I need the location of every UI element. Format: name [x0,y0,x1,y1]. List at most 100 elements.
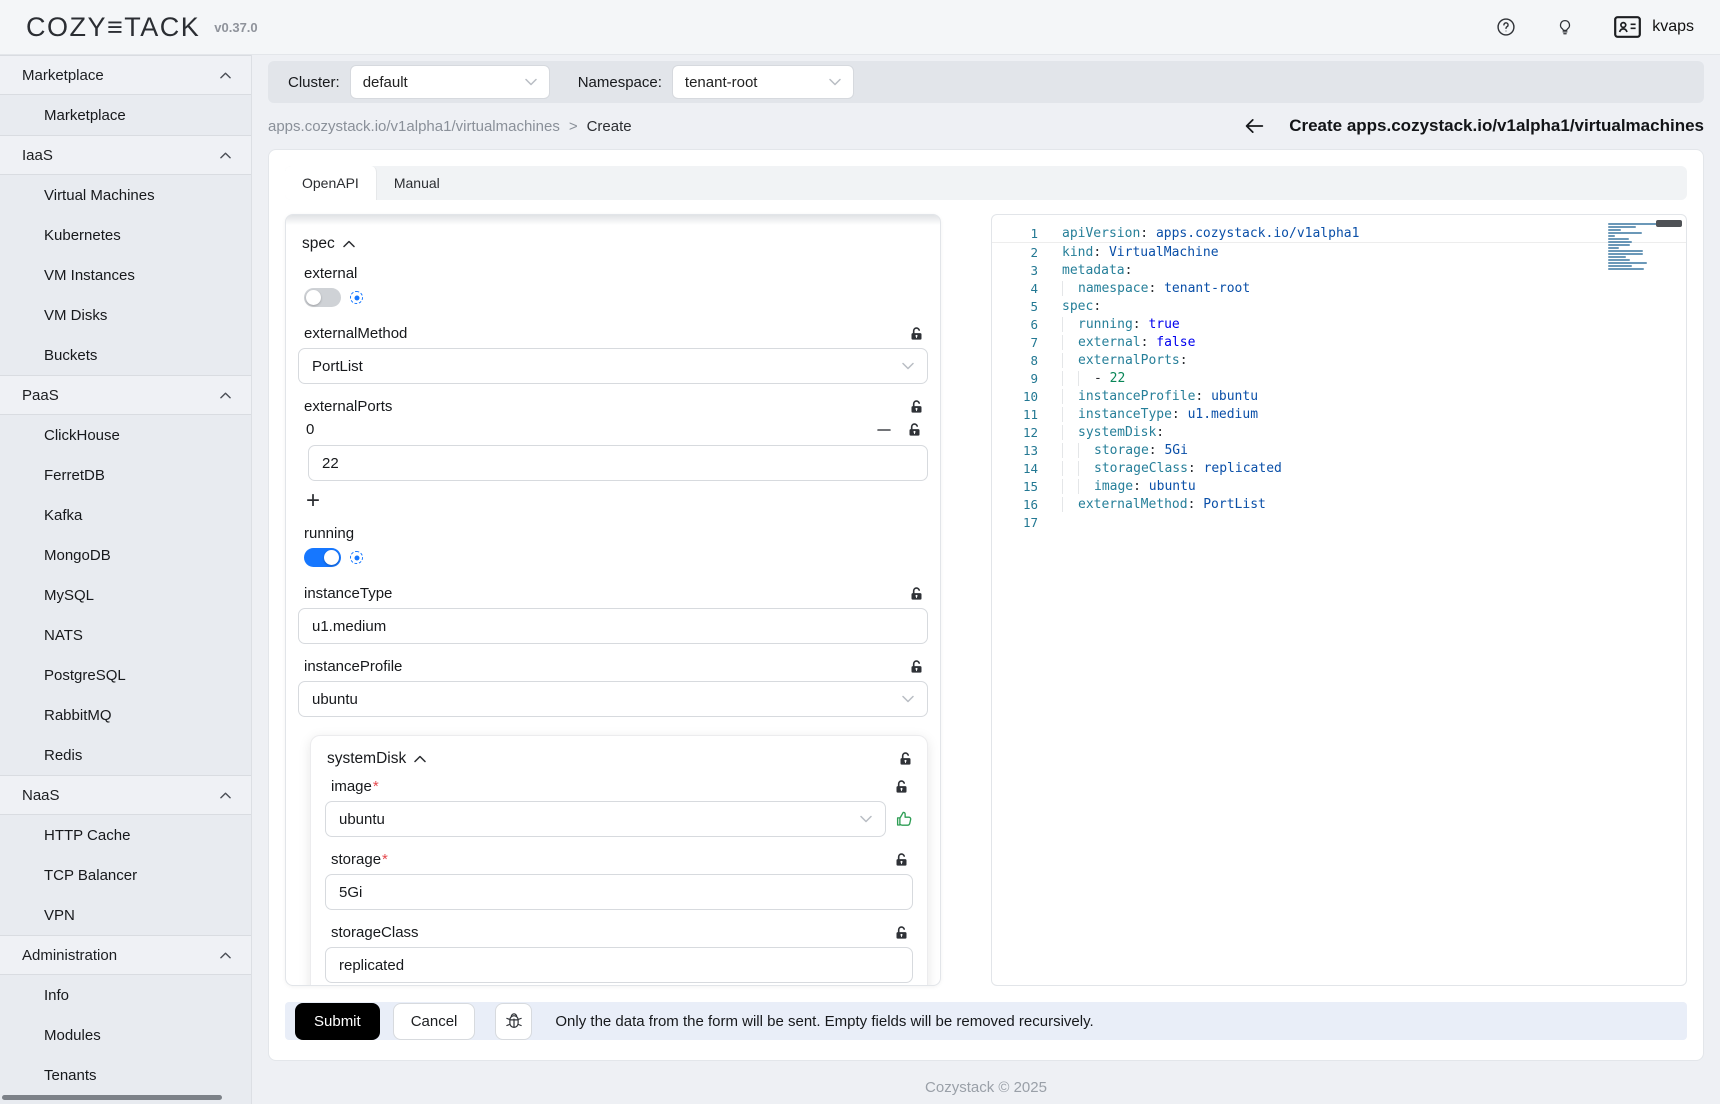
externalPorts-0-input[interactable]: 22 [308,445,928,481]
required-mark: * [382,851,388,868]
sidebar-item-http-cache[interactable]: HTTP Cache [0,815,251,855]
indent-guide [1062,371,1078,386]
sidebar-item-info[interactable]: Info [0,975,251,1015]
debug-button[interactable] [495,1003,532,1040]
unlock-icon[interactable] [898,751,913,767]
unlock-icon[interactable] [909,586,924,602]
sidebar-section-label: IaaS [22,147,53,164]
systemDisk-card: systemDisk image * ubuntu [310,735,928,986]
systemDisk-section-header[interactable]: systemDisk [327,750,913,768]
sidebar-item-nats[interactable]: NATS [0,615,251,655]
id-card-icon [1614,16,1641,38]
field-instanceProfile: instanceProfile ubuntu [298,658,928,717]
storageClass-input[interactable]: replicated [325,947,913,983]
indent-guide [1062,353,1078,368]
sidebar-item-ferretdb[interactable]: FerretDB [0,455,251,495]
line-number: 9 [992,371,1038,386]
form-action-bar: Submit Cancel Only the data from the for… [285,1002,1687,1040]
main-content: Cluster: default Namespace: tenant-root … [252,0,1720,1096]
theme-bulb-icon[interactable] [1556,17,1574,37]
sidebar-item-tcp-balancer[interactable]: TCP Balancer [0,855,251,895]
tab-openapi[interactable]: OpenAPI [285,166,377,200]
sidebar-item-kafka[interactable]: Kafka [0,495,251,535]
cluster-select[interactable]: default [350,65,550,99]
namespace-label: Namespace: [578,74,662,91]
sidebar-item-vm-disks[interactable]: VM Disks [0,295,251,335]
namespace-select[interactable]: tenant-root [672,65,854,99]
sidebar-item-kubernetes[interactable]: Kubernetes [0,215,251,255]
breadcrumb-separator: > [569,118,578,135]
chevron-up-icon [343,240,355,248]
unlock-icon[interactable] [909,326,924,342]
app-header: COZY≡TACK v0.37.0 kvaps [0,0,1720,55]
indent-guide [1062,425,1078,440]
external-toggle[interactable] [304,288,341,307]
chevron-up-icon [220,952,231,959]
submit-button[interactable]: Submit [295,1003,380,1040]
sidebar-item-modules[interactable]: Modules [0,1015,251,1055]
sidebar-section-paas[interactable]: PaaS [0,375,251,415]
sidebar-item-vm-instances[interactable]: VM Instances [0,255,251,295]
unlock-icon[interactable] [909,399,924,415]
help-icon[interactable] [1496,17,1516,37]
sidebar-item-mysql[interactable]: MySQL [0,575,251,615]
line-number: 15 [992,479,1038,494]
unlock-icon[interactable] [894,779,909,795]
sidebar-item-vpn[interactable]: VPN [0,895,251,935]
sidebar-item-mongodb[interactable]: MongoDB [0,535,251,575]
sidebar-scrollbar[interactable] [2,1095,222,1100]
chevron-down-icon [525,78,537,86]
sidebar-section-iaas[interactable]: IaaS [0,135,251,175]
default-value-indicator-icon[interactable] [350,551,363,564]
editor-scrollbar-thumb[interactable] [1656,220,1682,227]
sidebar-section-administration[interactable]: Administration [0,935,251,975]
externalMethod-select[interactable]: PortList [298,348,928,384]
minimap-line [1608,238,1629,240]
indent-guide [1062,461,1078,476]
editor-minimap[interactable] [1608,223,1664,274]
instanceProfile-select[interactable]: ubuntu [298,681,928,717]
sidebar-item-virtual-machines[interactable]: Virtual Machines [0,175,251,215]
yaml-editor[interactable]: 1apiVersion: apps.cozystack.io/v1alpha12… [991,214,1687,986]
default-value-indicator-icon[interactable] [350,291,363,304]
sidebar-item-tenants[interactable]: Tenants [0,1055,251,1095]
user-menu[interactable]: kvaps [1614,16,1694,38]
sidebar-item-clickhouse[interactable]: ClickHouse [0,415,251,455]
sidebar-item-marketplace[interactable]: Marketplace [0,95,251,135]
sidebar-section-naas[interactable]: NaaS [0,775,251,815]
sidebar-item-rabbitmq[interactable]: RabbitMQ [0,695,251,735]
storage-input[interactable]: 5Gi [325,874,913,910]
sidebar-section-marketplace[interactable]: Marketplace [0,55,251,95]
tab-manual[interactable]: Manual [377,166,457,200]
image-select[interactable]: ubuntu [325,801,886,837]
field-label: externalPorts [304,398,392,415]
field-label: instanceType [304,585,392,602]
minimap-line [1608,256,1626,258]
footer-copyright: Cozystack © 2025 [268,1079,1704,1096]
remove-item-icon[interactable] [876,422,892,438]
running-toggle[interactable] [304,548,341,567]
sidebar-item-buckets[interactable]: Buckets [0,335,251,375]
line-number: 3 [992,263,1038,278]
code-line: 11instanceType: u1.medium [992,405,1686,423]
instanceType-input[interactable]: u1.medium [298,608,928,644]
code-line: 9- 22 [992,369,1686,387]
unlock-icon[interactable] [894,852,909,868]
chevron-down-icon [829,78,841,86]
minimap-line [1608,262,1647,264]
breadcrumb-path-link[interactable]: apps.cozystack.io/v1alpha1/virtualmachin… [268,118,560,135]
unlock-icon[interactable] [909,659,924,675]
editor-mode-tabs: OpenAPI Manual [285,166,1687,200]
sidebar-item-postgresql[interactable]: PostgreSQL [0,655,251,695]
sidebar-item-redis[interactable]: Redis [0,735,251,775]
unlock-icon[interactable] [907,422,922,438]
cancel-button[interactable]: Cancel [393,1003,476,1040]
minimap-line [1608,235,1615,237]
field-label: storageClass [331,924,419,941]
spec-section-header[interactable]: spec [302,235,928,253]
unlock-icon[interactable] [894,925,909,941]
back-arrow-icon[interactable] [1244,117,1265,135]
field-externalMethod: externalMethod PortList [298,325,928,384]
openapi-form-panel: spec external externalMethod [285,214,941,986]
add-item-button[interactable]: + [306,489,326,513]
